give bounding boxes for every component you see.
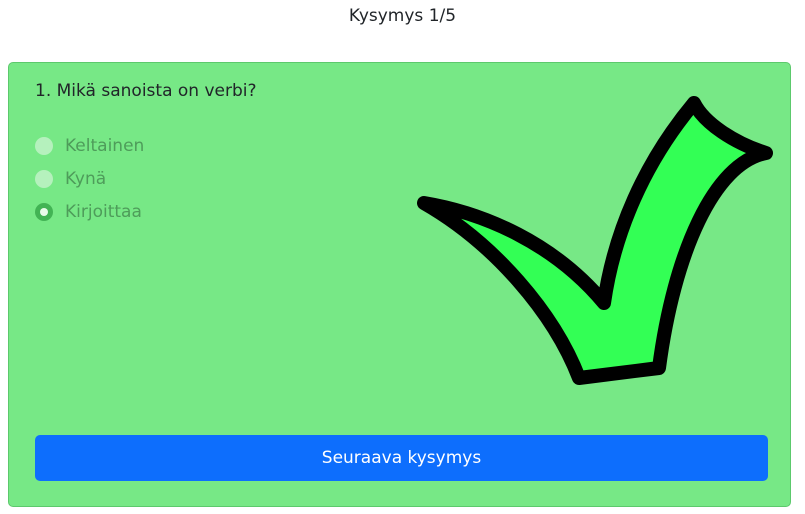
option-keltainen[interactable]: Keltainen <box>35 129 144 162</box>
next-question-button[interactable]: Seuraava kysymys <box>35 435 768 481</box>
question-text: 1. Mikä sanoista on verbi? <box>35 81 257 101</box>
answer-options: Keltainen Kynä Kirjoittaa <box>35 129 144 228</box>
option-radio-selected[interactable] <box>35 202 53 221</box>
option-label: Kynä <box>65 168 107 189</box>
option-label: Keltainen <box>65 135 145 156</box>
option-radio[interactable] <box>35 136 53 155</box>
option-radio[interactable] <box>35 169 53 188</box>
quiz-page: Kysymys 1/5 1. Mikä sanoista on verbi? K… <box>0 0 805 514</box>
checkmark-icon <box>417 96 773 385</box>
option-kyna[interactable]: Kynä <box>35 162 144 195</box>
option-kirjoittaa[interactable]: Kirjoittaa <box>35 195 144 228</box>
question-counter: Kysymys 1/5 <box>348 6 457 26</box>
question-card: 1. Mikä sanoista on verbi? Keltainen Kyn… <box>8 62 791 507</box>
option-label: Kirjoittaa <box>65 201 142 222</box>
